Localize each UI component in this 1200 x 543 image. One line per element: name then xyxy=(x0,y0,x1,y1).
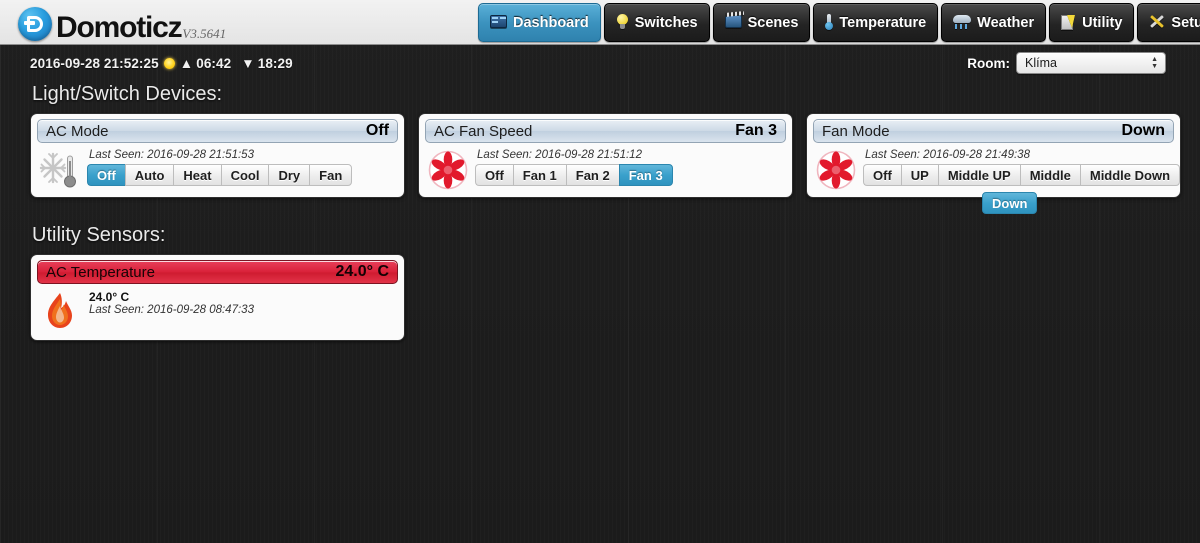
device-name: Fan Mode xyxy=(822,122,890,140)
room-select[interactable]: Klíma ▲ ▼ xyxy=(1016,52,1166,74)
main-navigation: Dashboard Switches Scenes Temperature We… xyxy=(478,3,1200,42)
room-select-value: Klíma xyxy=(1025,56,1057,70)
sunset-arrow-icon: ▼ xyxy=(241,55,255,71)
device-button-off[interactable]: Off xyxy=(863,164,901,186)
device-header: AC Mode Off xyxy=(37,119,398,143)
sensor-last-seen: Last Seen: 2016-09-28 08:47:33 xyxy=(89,304,254,316)
device-button-group: Off Auto Heat Cool Dry Fan xyxy=(87,164,398,186)
device-button-group: Off UP Middle UP Middle Middle Down xyxy=(863,164,1200,186)
device-button-middle-up[interactable]: Middle UP xyxy=(937,164,1020,186)
flame-icon xyxy=(39,290,81,332)
nav-weather[interactable]: Weather xyxy=(941,3,1047,42)
device-header: Fan Mode Down xyxy=(813,119,1174,143)
current-datetime: 2016-09-28 21:52:25 xyxy=(30,55,159,71)
device-last-seen: Last Seen: 2016-09-28 21:51:12 xyxy=(477,149,642,161)
sunrise-arrow-icon: ▲ xyxy=(179,55,194,71)
device-name: AC Fan Speed xyxy=(434,122,533,140)
nav-dashboard-label: Dashboard xyxy=(513,14,589,31)
nav-utility-label: Utility xyxy=(1082,14,1123,31)
sensor-value: 24.0° C xyxy=(89,290,130,304)
nav-utility[interactable]: Utility xyxy=(1049,3,1135,42)
device-status: Down xyxy=(1121,122,1165,139)
device-panel-fan-mode: Fan Mode Down Last Seen: 2016-09-28 21:4… xyxy=(806,113,1181,214)
fan-icon xyxy=(427,149,469,191)
tools-icon xyxy=(1149,14,1165,31)
device-panel-ac-mode: AC Mode Off Last Seen: 2016-09-28 21:51:… xyxy=(30,113,405,198)
nav-scenes[interactable]: Scenes xyxy=(712,3,811,42)
sunrise-time: 06:42 xyxy=(196,55,232,71)
utility-meter-icon xyxy=(1061,14,1076,31)
clapperboard-icon xyxy=(724,15,742,30)
nav-switches-label: Switches xyxy=(634,14,698,31)
snowflake-thermometer-icon xyxy=(39,149,81,191)
device-status: Fan 3 xyxy=(735,122,777,139)
room-selector-group: Room: Klíma ▲ ▼ xyxy=(967,52,1166,74)
device-button-middle[interactable]: Middle xyxy=(1019,164,1080,186)
utility-section-title: Utility Sensors: xyxy=(32,224,166,246)
device-button-up[interactable]: UP xyxy=(900,164,938,186)
lights-section-title: Light/Switch Devices: xyxy=(32,83,223,105)
nav-temperature[interactable]: Temperature xyxy=(813,3,939,42)
device-last-seen: Last Seen: 2016-09-28 21:51:53 xyxy=(89,149,254,161)
device-button-fan[interactable]: Fan xyxy=(309,164,353,186)
device-button-down[interactable]: Down xyxy=(982,192,1038,214)
fan-icon xyxy=(815,149,857,191)
brand-name: Domoticz xyxy=(56,10,183,44)
device-button-off[interactable]: Off xyxy=(87,164,125,186)
device-panel-ac-fan-speed: AC Fan Speed Fan 3 Last Seen: 2016-09-28… xyxy=(418,113,793,198)
device-button-cool[interactable]: Cool xyxy=(220,164,269,186)
device-button-fan-3[interactable]: Fan 3 xyxy=(618,164,673,186)
device-button-heat[interactable]: Heat xyxy=(173,164,221,186)
lightbulb-icon xyxy=(616,14,629,31)
select-arrows-icon: ▲ ▼ xyxy=(1151,56,1158,70)
nav-setup[interactable]: Setup xyxy=(1137,3,1200,42)
device-button-overflow: Down xyxy=(982,192,1038,214)
nav-setup-label: Setup xyxy=(1171,14,1200,31)
sun-icon xyxy=(163,57,175,69)
cloud-rain-icon xyxy=(953,14,972,31)
dashboard-icon xyxy=(490,15,507,30)
utility-sensors-row: AC Temperature 24.0° C 24.0° C Last Seen… xyxy=(30,254,1200,341)
device-button-middle-down[interactable]: Middle Down xyxy=(1079,164,1181,186)
light-switch-devices-row: AC Mode Off Last Seen: 2016-09-28 21:51:… xyxy=(30,113,1200,214)
nav-temperature-label: Temperature xyxy=(839,14,927,31)
device-header: AC Fan Speed Fan 3 xyxy=(425,119,786,143)
info-bar: 2016-09-28 21:52:25 ▲ 06:42 ▼ 18:29 Room… xyxy=(0,45,1200,81)
brand: Domoticz V3.5641 xyxy=(18,0,226,45)
datetime-display: 2016-09-28 21:52:25 ▲ 06:42 ▼ 18:29 xyxy=(30,56,293,71)
nav-dashboard[interactable]: Dashboard xyxy=(478,3,601,42)
device-button-off[interactable]: Off xyxy=(475,164,513,186)
device-button-dry[interactable]: Dry xyxy=(268,164,310,186)
brand-version: V3.5641 xyxy=(182,25,227,41)
sensor-panel-ac-temperature: AC Temperature 24.0° C 24.0° C Last Seen… xyxy=(30,254,405,341)
device-name: AC Mode xyxy=(46,122,109,140)
device-status: Off xyxy=(365,122,389,139)
sensor-header: AC Temperature 24.0° C xyxy=(37,260,398,284)
nav-switches[interactable]: Switches xyxy=(603,3,710,42)
device-button-fan-2[interactable]: Fan 2 xyxy=(565,164,619,186)
nav-scenes-label: Scenes xyxy=(747,14,799,31)
device-last-seen: Last Seen: 2016-09-28 21:49:38 xyxy=(865,149,1030,161)
room-label: Room: xyxy=(967,55,1010,71)
device-button-fan-1[interactable]: Fan 1 xyxy=(512,164,566,186)
sensor-name: AC Temperature xyxy=(46,263,155,281)
top-bar: Domoticz V3.5641 Dashboard Switches Scen… xyxy=(0,0,1200,45)
device-button-auto[interactable]: Auto xyxy=(124,164,174,186)
device-button-group: Off Fan 1 Fan 2 Fan 3 xyxy=(475,164,786,186)
nav-weather-label: Weather xyxy=(977,14,1035,31)
thermometer-icon xyxy=(825,13,834,32)
sensor-status: 24.0° C xyxy=(335,263,389,280)
sunset-time: 18:29 xyxy=(257,55,293,71)
domoticz-logo-icon xyxy=(18,6,52,41)
